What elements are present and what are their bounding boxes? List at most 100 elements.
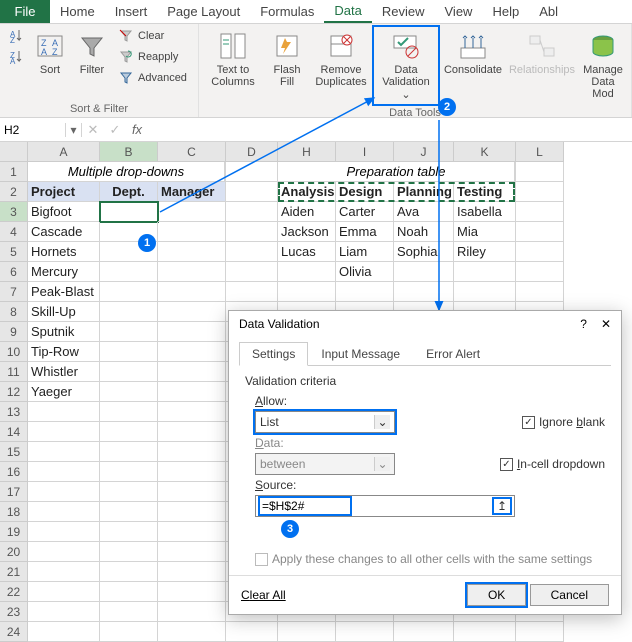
- cell-L1[interactable]: [516, 162, 564, 182]
- accept-formula-button[interactable]: ✓: [104, 122, 126, 138]
- column-header-D[interactable]: D: [226, 142, 278, 162]
- cell-B19[interactable]: [100, 522, 158, 542]
- row-header[interactable]: 24: [0, 622, 28, 642]
- tab-formulas[interactable]: Formulas: [250, 0, 324, 23]
- cell-A12[interactable]: Yaeger: [28, 382, 100, 402]
- tab-insert[interactable]: Insert: [105, 0, 158, 23]
- cell-A23[interactable]: [28, 602, 100, 622]
- row-header[interactable]: 3: [0, 202, 28, 222]
- cell-K6[interactable]: [454, 262, 516, 282]
- clear-all-button[interactable]: Clear All: [241, 588, 286, 602]
- cell-H5[interactable]: Lucas: [278, 242, 336, 262]
- cell-D7[interactable]: [226, 282, 278, 302]
- cell-K24[interactable]: [454, 622, 516, 642]
- tab-pagelayout[interactable]: Page Layout: [157, 0, 250, 23]
- row-header[interactable]: 15: [0, 442, 28, 462]
- relationships-button[interactable]: Relationships: [507, 26, 577, 80]
- cell-I2[interactable]: Design: [336, 182, 394, 202]
- cell-B13[interactable]: [100, 402, 158, 422]
- column-header-J[interactable]: J: [394, 142, 454, 162]
- cell-H4[interactable]: Jackson: [278, 222, 336, 242]
- row-header[interactable]: 6: [0, 262, 28, 282]
- ignore-blank-checkbox[interactable]: ✓Ignore blank: [522, 415, 605, 429]
- consolidate-button[interactable]: Consolidate: [441, 26, 505, 80]
- cell-C17[interactable]: [158, 482, 226, 502]
- cell-B12[interactable]: [100, 382, 158, 402]
- cell-B10[interactable]: [100, 342, 158, 362]
- cell-H7[interactable]: [278, 282, 336, 302]
- cell-C12[interactable]: [158, 382, 226, 402]
- cell-C10[interactable]: [158, 342, 226, 362]
- name-box-input[interactable]: [4, 123, 61, 137]
- cell-C24[interactable]: [158, 622, 226, 642]
- source-input[interactable]: [260, 498, 350, 514]
- file-tab[interactable]: File: [0, 0, 50, 23]
- filter-button[interactable]: Filter: [72, 26, 112, 80]
- cell-B15[interactable]: [100, 442, 158, 462]
- name-box-dropdown[interactable]: ▾: [66, 123, 82, 137]
- row-header[interactable]: 16: [0, 462, 28, 482]
- tab-view[interactable]: View: [435, 0, 483, 23]
- cell-A9[interactable]: Sputnik: [28, 322, 100, 342]
- dialog-close-button[interactable]: ✕: [601, 317, 611, 331]
- cell-D6[interactable]: [226, 262, 278, 282]
- cell-D3[interactable]: [226, 202, 278, 222]
- data-validation-button[interactable]: Data Validation ⌄: [373, 26, 439, 105]
- cell-A18[interactable]: [28, 502, 100, 522]
- cell-L7[interactable]: [516, 282, 564, 302]
- dialog-tab-settings[interactable]: Settings: [239, 342, 308, 366]
- cell-C7[interactable]: [158, 282, 226, 302]
- advanced-filter-button[interactable]: Advanced: [114, 68, 191, 88]
- cell-A8[interactable]: Skill-Up: [28, 302, 100, 322]
- sort-button[interactable]: ZAAZ Sort: [30, 26, 70, 80]
- cell-A4[interactable]: Cascade: [28, 222, 100, 242]
- cell-D5[interactable]: [226, 242, 278, 262]
- cell-C23[interactable]: [158, 602, 226, 622]
- cell-C13[interactable]: [158, 402, 226, 422]
- row-header[interactable]: 9: [0, 322, 28, 342]
- cell-I7[interactable]: [336, 282, 394, 302]
- row-header[interactable]: 1: [0, 162, 28, 182]
- cell-L2[interactable]: [516, 182, 564, 202]
- cell-L6[interactable]: [516, 262, 564, 282]
- cell-L4[interactable]: [516, 222, 564, 242]
- cell-C2[interactable]: Manager: [158, 182, 226, 202]
- row-header[interactable]: 4: [0, 222, 28, 242]
- cell-H2[interactable]: Analysis: [278, 182, 336, 202]
- dialog-titlebar[interactable]: Data Validation ? ✕: [229, 311, 621, 337]
- cell-D24[interactable]: [226, 622, 278, 642]
- tab-review[interactable]: Review: [372, 0, 435, 23]
- row-header[interactable]: 14: [0, 422, 28, 442]
- row-header[interactable]: 18: [0, 502, 28, 522]
- cancel-button[interactable]: Cancel: [530, 584, 609, 606]
- cell-L24[interactable]: [516, 622, 564, 642]
- column-header-H[interactable]: H: [278, 142, 336, 162]
- cell-C3[interactable]: [158, 202, 226, 222]
- cell-C11[interactable]: [158, 362, 226, 382]
- cell-A2[interactable]: Project: [28, 182, 100, 202]
- column-header-A[interactable]: A: [28, 142, 100, 162]
- cell-K4[interactable]: Mia: [454, 222, 516, 242]
- cell-B11[interactable]: [100, 362, 158, 382]
- cell-B21[interactable]: [100, 562, 158, 582]
- ok-button[interactable]: OK: [467, 584, 526, 606]
- cell-C20[interactable]: [158, 542, 226, 562]
- allow-select[interactable]: List⌄: [255, 411, 395, 433]
- cell-B16[interactable]: [100, 462, 158, 482]
- name-box[interactable]: [0, 123, 66, 137]
- cell-A20[interactable]: [28, 542, 100, 562]
- tab-home[interactable]: Home: [50, 0, 105, 23]
- cell-C14[interactable]: [158, 422, 226, 442]
- cell-D1[interactable]: [226, 162, 278, 182]
- cell-J24[interactable]: [394, 622, 454, 642]
- cell-A24[interactable]: [28, 622, 100, 642]
- cell-D4[interactable]: [226, 222, 278, 242]
- dialog-tab-input-message[interactable]: Input Message: [308, 342, 413, 366]
- cell-C8[interactable]: [158, 302, 226, 322]
- cell-I4[interactable]: Emma: [336, 222, 394, 242]
- row-header[interactable]: 10: [0, 342, 28, 362]
- manage-data-model-button[interactable]: Manage Data Mod: [579, 26, 627, 104]
- cell-K5[interactable]: Riley: [454, 242, 516, 262]
- cell-B2[interactable]: Dept.: [100, 182, 158, 202]
- row-header[interactable]: 19: [0, 522, 28, 542]
